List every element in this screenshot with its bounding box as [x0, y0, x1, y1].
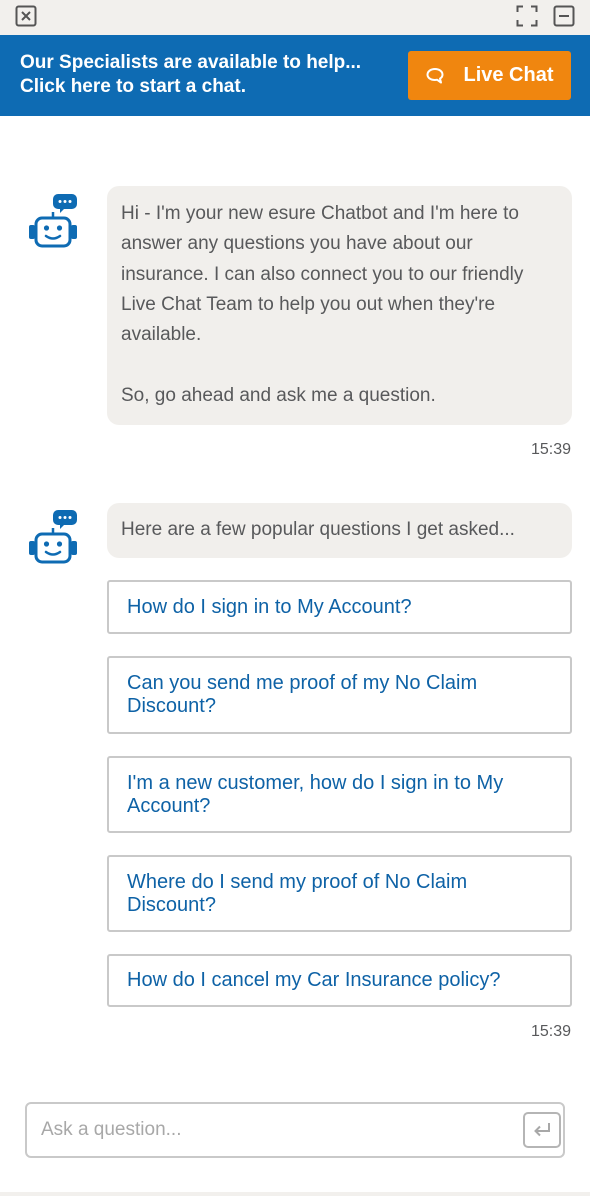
banner-line-1: Our Specialists are available to help... [20, 52, 362, 73]
expand-icon[interactable] [516, 5, 538, 27]
banner-text[interactable]: Our Specialists are available to help...… [20, 51, 400, 99]
quick-reply-button[interactable]: How do I sign in to My Account? [107, 580, 572, 634]
message-paragraph: So, go ahead and ask me a question. [121, 384, 436, 406]
quick-reply-button[interactable]: Where do I send my proof of No Claim Dis… [107, 855, 572, 932]
send-button[interactable] [523, 1112, 561, 1148]
live-chat-button[interactable]: Live Chat [408, 51, 571, 100]
message-composer [25, 1102, 565, 1158]
question-input[interactable] [27, 1104, 507, 1156]
quick-reply-button[interactable]: Can you send me proof of my No Claim Dis… [107, 656, 572, 734]
quick-reply-button[interactable]: How do I cancel my Car Insurance policy? [107, 954, 572, 1007]
message-paragraph: Hi - I'm your new esure Chatbot and I'm … [121, 203, 524, 346]
bot-message-bubble: Here are a few popular questions I get a… [107, 503, 572, 558]
minimize-icon[interactable] [553, 5, 575, 27]
quick-reply-button[interactable]: I'm a new customer, how do I sign in to … [107, 756, 572, 833]
enter-return-icon [531, 1121, 553, 1139]
message-timestamp: 15:39 [530, 441, 571, 458]
bot-message-bubble: Hi - I'm your new esure Chatbot and I'm … [107, 186, 572, 425]
speech-bubble-icon [425, 66, 445, 86]
robot-icon [26, 192, 80, 250]
live-chat-banner[interactable]: Our Specialists are available to help...… [0, 35, 590, 116]
live-chat-label: Live Chat [463, 64, 554, 86]
banner-line-2: Click here to start a chat. [20, 76, 246, 97]
bottom-divider [0, 1192, 590, 1196]
close-icon[interactable] [15, 5, 37, 27]
robot-icon [26, 508, 80, 566]
window-toolbar [0, 0, 590, 35]
message-timestamp: 15:39 [530, 1023, 571, 1040]
message-text: Here are a few popular questions I get a… [121, 519, 515, 540]
